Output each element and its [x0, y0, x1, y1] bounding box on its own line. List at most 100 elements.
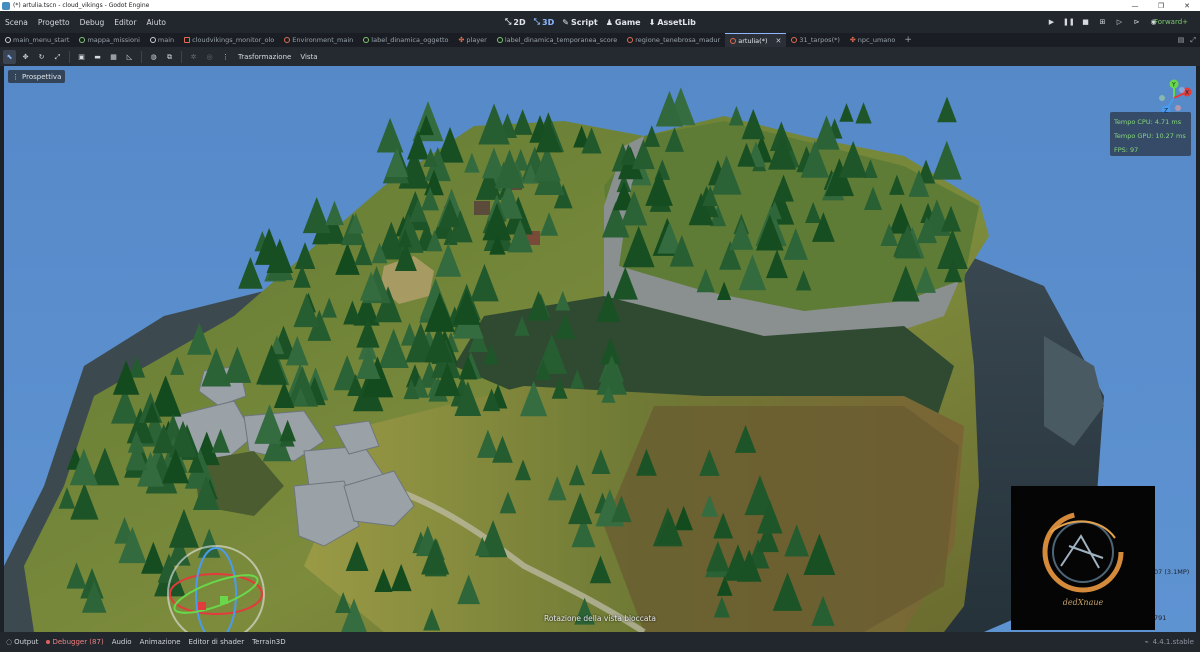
tab-label-dinamica-oggetto[interactable]: label_dinamica_oggetto [358, 33, 453, 47]
assetlib-icon: ⬇ [648, 17, 656, 27]
transform-menu[interactable]: Trasformazione [235, 53, 294, 61]
rotate-icon[interactable]: ↻ [35, 50, 48, 64]
more-icon[interactable]: ⋮ [219, 50, 232, 64]
tab-bar-right: ▤ ⤢ [1178, 33, 1196, 47]
tab-environment-main[interactable]: Environment_main [279, 33, 358, 47]
menu-editor[interactable]: Editor [109, 18, 141, 27]
animation-tab[interactable]: Animazione [140, 638, 181, 646]
tab-npc-umano[interactable]: ✤ npc_umano [845, 33, 900, 47]
environment-icon[interactable]: ◎ [203, 50, 216, 64]
gizmo-y-label: Y [1171, 82, 1176, 89]
group-icon[interactable]: ▦ [107, 50, 120, 64]
tab-player[interactable]: ✤ player [454, 33, 492, 47]
viewport-toolbar: ⬉ ✥ ↻ ⤢ ▣ ▬ ▦ ◺ ◍ ⧉ ✲ ◎ ⋮ Trasformazione… [0, 47, 1200, 66]
play-custom-icon[interactable]: ⊳ [1131, 16, 1142, 28]
scene-icon [284, 37, 291, 43]
tab-main[interactable]: main [145, 33, 179, 47]
local-space-icon[interactable]: ◍ [147, 50, 160, 64]
mode-assetlib-label: AssetLib [657, 17, 696, 27]
maximize-icon[interactable]: ❐ [1148, 2, 1174, 10]
mode-script-button[interactable]: ✎ Script [562, 18, 597, 27]
update-spinner-icon: ⌁ [1144, 638, 1149, 646]
mode-2d-button[interactable]: ⤡ 2D [505, 17, 526, 27]
tab-regione-tenebrosa[interactable]: regione_tenebrosa_madur [622, 33, 725, 47]
info-fragment-resolution: 07 (3.1MP) [1154, 568, 1190, 576]
tab-label: label_dinamica_temporanea_score [504, 36, 618, 44]
scene-icon [496, 37, 503, 43]
select-icon[interactable]: ⬉ [3, 49, 16, 64]
tab-label: player [466, 36, 487, 44]
scene-list-icon[interactable]: ▤ [1178, 36, 1185, 44]
logo-caption: dedXnaue [1062, 598, 1104, 607]
play-icon[interactable]: ▶ [1046, 16, 1057, 28]
character-icon: ✤ [458, 36, 465, 44]
3d-viewport[interactable]: ⋮ Prospettiva Y X Z Tempo CPU: 4.71 ms T… [4, 66, 1196, 632]
tab-cloudvikings-monitor[interactable]: cloudvikings_monitor_olo [179, 33, 279, 47]
tab-label: artulia(*) [738, 36, 768, 45]
mode-game-label: Game [614, 17, 641, 27]
main-screen-switcher: ⤡ 2D ⤡ 3D ✎ Script ♟ Game ⬇ AssetLib [505, 11, 696, 33]
gizmo-x-label: X [1185, 90, 1189, 97]
perspective-menu-button[interactable]: ⋮ Prospettiva [8, 70, 66, 83]
tab-label: regione_tenebrosa_madur [635, 36, 721, 44]
scene-icon [730, 37, 737, 44]
selectable-icon[interactable]: ▣ [75, 50, 88, 64]
cpu-time: Tempo CPU: 4.71 ms [1114, 118, 1182, 126]
close-icon[interactable]: ✕ [1174, 2, 1200, 10]
menu-aiuto[interactable]: Aiuto [141, 18, 171, 27]
move-icon[interactable]: ✥ [19, 50, 32, 64]
gpu-time: Tempo GPU: 10.27 ms [1114, 132, 1186, 140]
menu-debug[interactable]: Debug [75, 18, 110, 27]
remote-debug-icon[interactable]: ⊞ [1097, 16, 1108, 28]
terrain3d-tab[interactable]: Terrain3D [252, 638, 286, 646]
tab-artulia[interactable]: artulia(*) ✕ [725, 33, 787, 47]
stop-icon[interactable]: ■ [1080, 16, 1091, 28]
2d-icon: ⤡ [505, 17, 512, 26]
renderer-select[interactable]: Forward+ [1154, 11, 1188, 33]
pause-icon[interactable]: ❚❚ [1063, 16, 1075, 28]
mode-assetlib-button[interactable]: ⬇ AssetLib [649, 18, 696, 27]
perspective-label: Prospettiva [22, 72, 62, 81]
mode-3d-label: 3D [542, 17, 555, 27]
tab-31-tarpos[interactable]: 31_tarpos(*) [786, 33, 845, 47]
run-controls: ▶ ❚❚ ■ ⊞ ▷ ⊳ ◉ [1046, 11, 1159, 33]
shader-editor-tab[interactable]: Editor di shader [189, 638, 245, 646]
mode-2d-label: 2D [513, 17, 526, 27]
scale-icon[interactable]: ⤢ [51, 50, 64, 64]
output-tab[interactable]: ◌ Output [6, 638, 38, 646]
scene-icon [79, 37, 86, 43]
menu-scena[interactable]: Scena [0, 18, 33, 27]
audio-tab[interactable]: Audio [112, 638, 132, 646]
close-tab-icon[interactable]: ✕ [775, 37, 781, 45]
mode-game-button[interactable]: ♟ Game [606, 18, 641, 27]
view-menu[interactable]: Vista [297, 53, 320, 61]
tab-label: mappa_missioni [87, 36, 140, 44]
tab-label: label_dinamica_oggetto [371, 36, 449, 44]
tab-main-menu-start[interactable]: main_menu_start [0, 33, 74, 47]
scene-icon [149, 37, 156, 43]
play-scene-icon[interactable]: ▷ [1114, 16, 1125, 28]
version-label: 4.4.1.stable [1152, 638, 1194, 646]
logo-emblem [1042, 511, 1124, 593]
tab-label-dinamica-temporanea-score[interactable]: label_dinamica_temporanea_score [492, 33, 622, 47]
debugger-tab[interactable]: Debugger (87) [46, 638, 104, 646]
character-icon: ✤ [849, 36, 856, 44]
menu-bar: Scena Progetto Debug Editor Aiuto ⤡ 2D ⤡ 3… [0, 11, 1200, 33]
snap-icon[interactable]: ⧉ [163, 50, 176, 64]
add-tab-icon[interactable]: + [900, 33, 916, 47]
scene-tabs: main_menu_start mappa_missioni main clou… [0, 33, 1200, 47]
tab-mappa-missioni[interactable]: mappa_missioni [74, 33, 144, 47]
tab-label: Environment_main [292, 36, 354, 44]
lock-icon[interactable]: ▬ [91, 50, 104, 64]
performance-overlay: Tempo CPU: 4.71 ms Tempo GPU: 10.27 ms F… [1110, 112, 1191, 156]
mode-3d-button[interactable]: ⤡ 3D [534, 17, 555, 27]
sun-icon[interactable]: ✲ [187, 50, 200, 64]
window-titlebar: (*) artulia.tscn - cloud_vikings - Godot… [0, 0, 1200, 11]
distraction-free-icon[interactable]: ⤢ [1190, 36, 1196, 45]
scene-icon [184, 37, 191, 43]
ruler-icon[interactable]: ◺ [123, 50, 136, 64]
godot-icon [2, 1, 10, 10]
minimize-icon[interactable]: — [1122, 2, 1148, 10]
menu-progetto[interactable]: Progetto [33, 18, 75, 27]
mode-script-label: Script [570, 17, 598, 27]
